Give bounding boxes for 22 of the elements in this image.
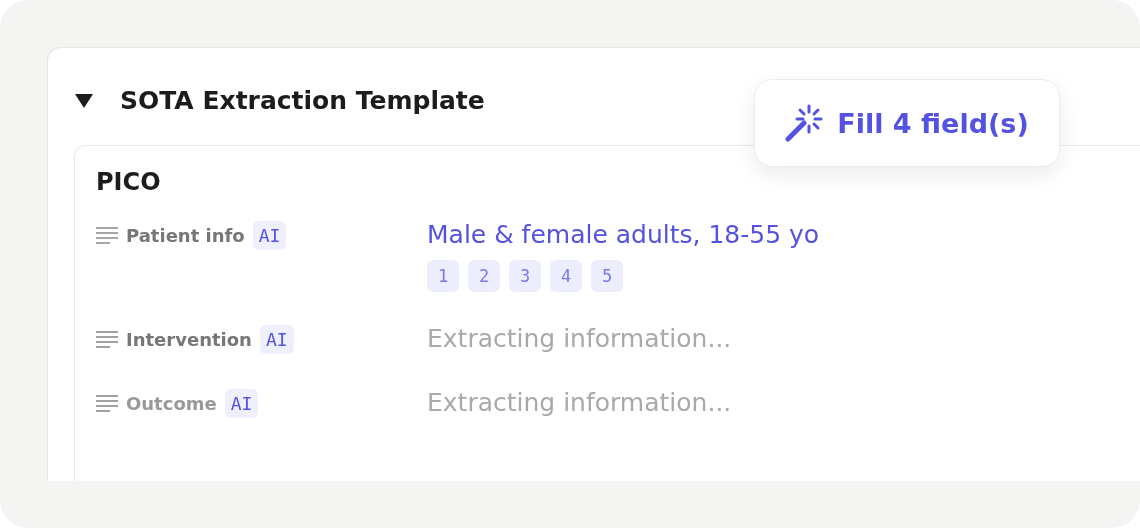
citation-chip[interactable]: 5: [591, 260, 623, 292]
ai-badge: AI: [252, 220, 287, 250]
citation-chip[interactable]: 3: [509, 260, 541, 292]
text-lines-icon: [96, 330, 118, 348]
section-title: PICO: [96, 168, 162, 196]
citation-chip[interactable]: 2: [468, 260, 500, 292]
field-label: Intervention: [126, 328, 252, 350]
ai-badge: AI: [259, 324, 294, 354]
text-lines-icon: [96, 394, 118, 412]
ai-badge: AI: [224, 388, 259, 418]
extracting-status: Extracting information...: [427, 323, 733, 355]
template-title: SOTA Extraction Template: [120, 86, 485, 115]
magic-wand-icon: [785, 104, 824, 142]
citation-chip[interactable]: 1: [427, 260, 459, 292]
field-label: Patient info: [126, 224, 245, 246]
field-value: Male & female adults, 18-55 yo: [427, 219, 821, 251]
field-label: Outcome: [126, 392, 217, 414]
text-lines-icon: [96, 226, 118, 244]
fill-fields-button[interactable]: Fill 4 field(s): [754, 79, 1060, 167]
extracting-status: Extracting information...: [427, 387, 733, 419]
citation-chip[interactable]: 4: [550, 260, 582, 292]
collapse-toggle-icon[interactable]: [74, 92, 94, 109]
